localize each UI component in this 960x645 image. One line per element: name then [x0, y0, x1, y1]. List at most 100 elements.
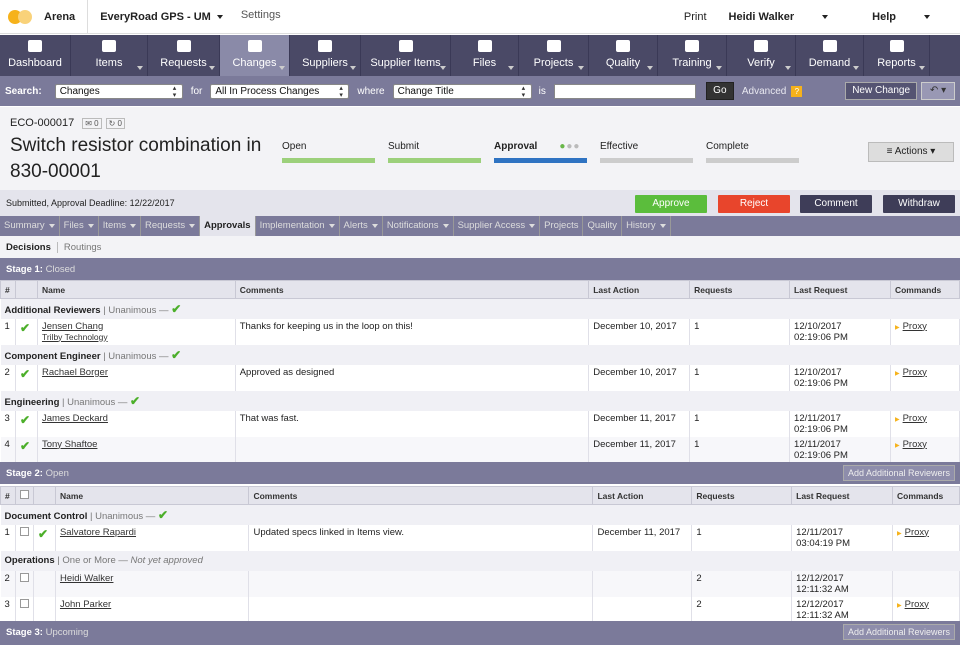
print-link[interactable]: Print [684, 11, 707, 23]
tab-decisions[interactable]: Decisions [6, 242, 51, 253]
proxy-link[interactable]: Proxy [895, 413, 927, 424]
proxy-link[interactable]: Proxy [897, 599, 929, 610]
approve-button[interactable]: Approve [635, 195, 707, 213]
nav-files[interactable]: Files [451, 35, 519, 76]
step-label: Approval [494, 141, 538, 152]
col-requests[interactable]: Requests [691, 486, 793, 505]
search-input[interactable] [553, 83, 696, 99]
tab-history[interactable]: History [622, 216, 671, 236]
workspace-selector[interactable]: EveryRoad GPS - UM [100, 11, 223, 23]
col-name[interactable]: Name [36, 280, 236, 299]
step-label: Open [282, 141, 307, 152]
proxy-link[interactable]: Proxy [897, 527, 929, 538]
tab-files[interactable]: Files [60, 216, 99, 236]
add-reviewers-button[interactable]: Add Additional Reviewers [842, 624, 955, 640]
col-comments[interactable]: Comments [248, 486, 594, 505]
col-comments[interactable]: Comments [234, 280, 590, 299]
reviewer-link[interactable]: Jensen Chang [42, 321, 103, 332]
approved-check-icon: ✔ [19, 412, 31, 427]
check-icon: ✔ [171, 347, 182, 362]
nav-supplier-items[interactable]: Supplier Items [361, 35, 451, 76]
row-checkbox[interactable] [19, 572, 29, 582]
select-all-checkbox[interactable] [19, 490, 29, 499]
col-last-request[interactable]: Last Request [791, 486, 893, 505]
tab-requests[interactable]: Requests [141, 216, 201, 236]
reviewer-link[interactable]: Heidi Walker [60, 573, 114, 584]
stage-3-header: Stage 3: Upcoming Add Additional Reviewer… [0, 621, 960, 645]
chevron-down-icon [508, 66, 514, 70]
tab-alerts[interactable]: Alerts [340, 216, 383, 236]
reviewer-link[interactable]: Rachael Borger [42, 367, 108, 378]
help-menu[interactable]: Help [872, 11, 952, 23]
progress-dots-icon: ●●● [559, 141, 581, 152]
nav-training[interactable]: Training [658, 35, 727, 76]
search-field-select[interactable]: Change Title [392, 83, 532, 99]
nav-quality[interactable]: Quality [589, 35, 658, 76]
tab-supplier-access[interactable]: Supplier Access [454, 216, 541, 236]
tab-summary[interactable]: Summary [0, 216, 60, 236]
nav-requests[interactable]: Requests [148, 35, 220, 76]
user-menu[interactable]: Heidi Walker [729, 11, 851, 23]
nav-projects[interactable]: Projects [519, 35, 589, 76]
search-type-select[interactable]: Changes [54, 83, 183, 99]
add-reviewers-button[interactable]: Add Additional Reviewers [842, 465, 955, 481]
reviewer-link[interactable]: James Deckard [42, 413, 108, 424]
back-icon[interactable]: ↶ ▾ [921, 82, 955, 100]
table-row: 1 ✔ Salvatore Rapardi Updated specs linke… [0, 524, 960, 551]
search-scope-select[interactable]: All In Process Changes [210, 83, 350, 99]
reviewer-link[interactable]: Salvatore Rapardi [60, 527, 136, 538]
change-tabs: Summary Files Items Requests Approvals Implem… [0, 216, 960, 236]
go-button[interactable]: Go [705, 82, 734, 100]
org-link[interactable]: Trilby Technology [42, 332, 108, 342]
actions-button[interactable]: ≡ Actions ▾ [868, 142, 954, 162]
tab-items[interactable]: Items [99, 216, 141, 236]
group-row: Engineering | Unanimous — ✔ [0, 390, 960, 411]
proxy-link[interactable]: Proxy [895, 439, 927, 450]
nav-demand[interactable]: Demand [796, 35, 864, 76]
help-icon[interactable]: ? [791, 85, 803, 97]
lifecycle-steps: Open Submit Approval ●●● Effective Complete [282, 141, 812, 163]
col-last-action[interactable]: Last Action [592, 486, 693, 505]
tab-quality[interactable]: Quality [583, 216, 623, 236]
col-name[interactable]: Name [54, 486, 250, 505]
chevron-down-icon [924, 14, 930, 19]
new-change-button[interactable]: New Change [845, 82, 917, 100]
settings-link[interactable]: Settings [241, 9, 281, 21]
nav-items[interactable]: Items [71, 35, 148, 76]
row-checkbox[interactable] [19, 598, 29, 608]
nav-verify[interactable]: Verify [727, 35, 796, 76]
tab-implementation[interactable]: Implementation [256, 216, 340, 236]
nav-label: Items [95, 57, 123, 69]
nav-label: Changes [232, 57, 277, 69]
step-submit: Submit [388, 141, 481, 163]
nav-dashboard[interactable]: Dashboard [0, 35, 71, 76]
link-count-icon[interactable]: ↻ 0 [105, 118, 125, 129]
nav-changes[interactable]: Changes [220, 35, 290, 76]
table-row: 3 ✔ James Deckard That was fast. December … [0, 410, 960, 437]
truck-icon [318, 40, 332, 52]
withdraw-button[interactable]: Withdraw [883, 195, 955, 213]
step-label: Effective [600, 141, 639, 152]
col-last-request[interactable]: Last Request [789, 280, 891, 299]
reviewer-link[interactable]: Tony Shaftoe [42, 439, 97, 450]
chevron-down-icon [716, 66, 722, 70]
comment-count-icon[interactable]: ✉ 0 [82, 118, 102, 129]
tab-notifications[interactable]: Notifications [383, 216, 454, 236]
changes-icon [247, 40, 262, 52]
col-requests[interactable]: Requests [689, 280, 791, 299]
arena-logo-icon[interactable] [8, 9, 34, 24]
row-checkbox[interactable] [19, 526, 29, 536]
nav-reports[interactable]: Reports [864, 35, 930, 76]
reviewer-link[interactable]: John Parker [60, 599, 111, 610]
approval-subtabs: Decisions Routings [0, 236, 960, 258]
tab-projects[interactable]: Projects [540, 216, 584, 236]
col-last-action[interactable]: Last Action [588, 280, 691, 299]
reject-button[interactable]: Reject [718, 195, 790, 213]
nav-suppliers[interactable]: Suppliers [290, 35, 361, 76]
comment-button[interactable]: Comment [800, 195, 872, 213]
tab-approvals[interactable]: Approvals [200, 216, 256, 236]
proxy-link[interactable]: Proxy [895, 367, 927, 378]
proxy-link[interactable]: Proxy [895, 321, 927, 332]
tab-routings[interactable]: Routings [56, 242, 102, 253]
advanced-search-link[interactable]: Advanced [742, 86, 786, 97]
